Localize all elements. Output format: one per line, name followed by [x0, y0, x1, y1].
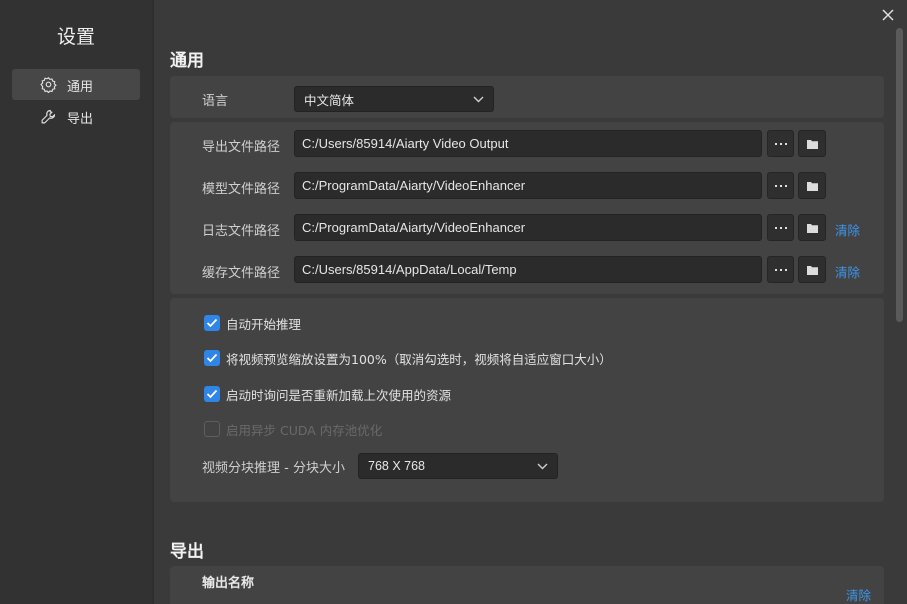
section-title-export: 导出 — [170, 542, 204, 562]
folder-icon — [807, 224, 818, 233]
language-card — [170, 76, 884, 118]
export-card — [170, 566, 884, 604]
folder-icon — [807, 182, 818, 191]
sidebar-item-general[interactable]: 通用 — [12, 69, 140, 100]
option-reload-resources[interactable]: 启动时询问是否重新加载上次使用的资源 — [204, 385, 451, 403]
folder-icon — [807, 140, 818, 149]
checkbox-auto-inference[interactable] — [204, 315, 220, 331]
tile-size-value: 768 X 768 — [368, 459, 425, 473]
sidebar-divider — [152, 0, 154, 604]
tile-size-select[interactable]: 768 X 768 — [358, 453, 558, 479]
cache-path-more-button[interactable] — [767, 256, 794, 283]
chevron-down-icon — [537, 463, 548, 470]
chevron-down-icon — [473, 96, 484, 103]
path-label-export: 导出文件路径 — [202, 140, 281, 155]
language-value: 中文简体 — [304, 92, 355, 108]
check-icon — [206, 318, 218, 328]
sidebar-item-label: 通用 — [67, 80, 94, 95]
wrench-icon — [41, 109, 56, 124]
log-path-more-button[interactable] — [767, 214, 794, 241]
language-label: 语言 — [202, 94, 229, 109]
option-cuda-pool: 启用异步 CUDA 内存池优化 — [204, 420, 382, 438]
checkbox-cuda-pool — [204, 421, 220, 437]
option-auto-inference[interactable]: 自动开始推理 — [204, 314, 301, 332]
checkbox-label: 将视频预览缩放设置为100%（取消勾选时，视频将自适应窗口大小） — [226, 351, 612, 367]
settings-title: 设置 — [56, 26, 95, 48]
model-path-more-button[interactable] — [767, 172, 794, 199]
checkbox-label: 启用异步 CUDA 内存池优化 — [226, 422, 383, 438]
close-icon — [882, 9, 894, 21]
model-path-field[interactable]: C:/ProgramData/Aiarty/VideoEnhancer — [294, 172, 762, 199]
section-title-general: 通用 — [170, 51, 204, 71]
path-label-log: 日志文件路径 — [202, 224, 281, 239]
sidebar-item-export[interactable]: 导出 — [12, 101, 140, 132]
cache-path-folder-button[interactable] — [798, 256, 826, 283]
sidebar-item-label: 导出 — [67, 112, 94, 127]
log-path-folder-button[interactable] — [798, 214, 826, 241]
checkbox-label: 自动开始推理 — [226, 316, 302, 332]
log-path-field[interactable]: C:/ProgramData/Aiarty/VideoEnhancer — [294, 214, 762, 241]
option-preview-zoom[interactable]: 将视频预览缩放设置为100%（取消勾选时，视频将自适应窗口大小） — [204, 349, 612, 367]
sidebar: 设置 通用 导出 — [0, 0, 152, 604]
cache-path-clear-link[interactable]: 清除 — [835, 262, 860, 281]
output-name-label: 输出名称 — [202, 576, 255, 591]
log-path-clear-link[interactable]: 清除 — [835, 220, 860, 239]
path-label-model: 模型文件路径 — [202, 182, 281, 197]
checkbox-label: 启动时询问是否重新加载上次使用的资源 — [226, 387, 452, 403]
check-icon — [206, 389, 218, 399]
output-name-clear-link[interactable]: 清除 — [846, 585, 871, 604]
checkbox-preview-zoom[interactable] — [204, 350, 220, 366]
export-path-more-button[interactable] — [767, 130, 794, 157]
check-icon — [206, 353, 218, 363]
gear-icon — [40, 77, 57, 93]
path-label-cache: 缓存文件路径 — [202, 266, 281, 281]
checkbox-reload-resources[interactable] — [204, 386, 220, 402]
scrollbar-thumb[interactable] — [896, 28, 903, 322]
export-path-field[interactable]: C:/Users/85914/Aiarty Video Output — [294, 130, 762, 157]
export-path-folder-button[interactable] — [798, 130, 826, 157]
tile-size-label: 视频分块推理 - 分块大小 — [202, 461, 345, 476]
model-path-folder-button[interactable] — [798, 172, 826, 199]
cache-path-field[interactable]: C:/Users/85914/AppData/Local/Temp — [294, 256, 762, 283]
language-select[interactable]: 中文简体 — [294, 86, 494, 112]
folder-icon — [807, 266, 818, 275]
close-button[interactable] — [879, 6, 897, 24]
